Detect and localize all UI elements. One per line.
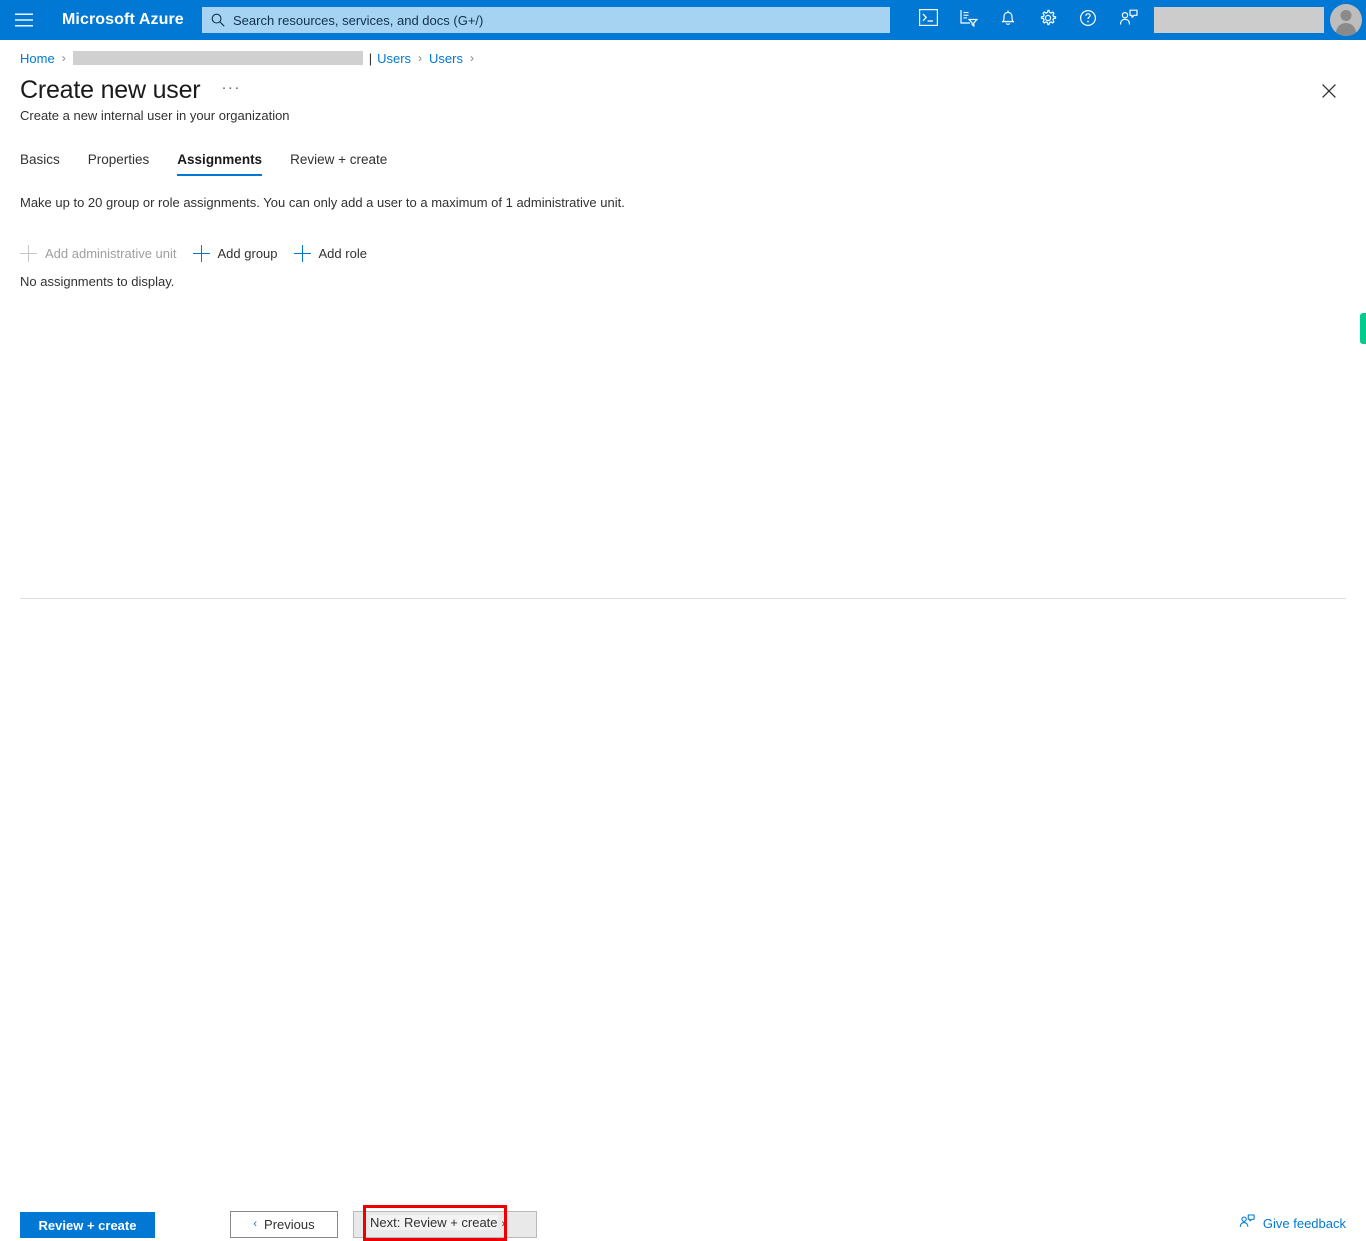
search-icon: [210, 12, 226, 28]
close-icon: [1322, 83, 1336, 103]
feedback-button[interactable]: [1108, 0, 1148, 40]
add-administrative-unit-button[interactable]: Add administrative unit: [20, 244, 177, 262]
more-options-button[interactable]: ···: [217, 80, 245, 101]
notifications-button[interactable]: [988, 0, 1028, 40]
page-header: Create new user ···: [20, 76, 245, 105]
review-create-button[interactable]: Review + create: [20, 1212, 155, 1238]
breadcrumb-item-redacted[interactable]: [72, 51, 363, 65]
cloud-shell-icon: [918, 9, 938, 31]
avatar[interactable]: [1330, 4, 1362, 36]
previous-button[interactable]: ‹ Previous: [230, 1211, 338, 1238]
assignments-command-bar: Add administrative unit Add group Add ro…: [20, 242, 383, 264]
breadcrumb-item-users-2[interactable]: Users: [429, 51, 463, 66]
edge-marker: [1360, 313, 1366, 344]
hamburger-menu-button[interactable]: [0, 0, 48, 40]
close-blade-button[interactable]: [1316, 80, 1342, 106]
tab-basics[interactable]: Basics: [20, 152, 60, 176]
previous-label: Previous: [264, 1217, 315, 1232]
add-group-label: Add group: [217, 245, 278, 261]
azure-brand-link[interactable]: Microsoft Azure: [48, 11, 184, 29]
search-input[interactable]: [233, 12, 882, 28]
add-role-button[interactable]: Add role: [293, 244, 367, 262]
notifications-bell-icon: [1000, 9, 1016, 32]
directory-subscription-filter-button[interactable]: [948, 0, 988, 40]
breadcrumb-chevron-icon: ›: [61, 51, 66, 65]
add-role-label: Add role: [318, 245, 367, 261]
breadcrumb-chevron-icon: ›: [469, 51, 474, 65]
hamburger-icon: [15, 13, 33, 27]
directory-filter-icon: [959, 9, 978, 32]
assignments-helper-text: Make up to 20 group or role assignments.…: [20, 195, 625, 210]
give-feedback-label: Give feedback: [1262, 1215, 1346, 1231]
breadcrumb-pipe: |: [368, 50, 373, 66]
wizard-tabs: Basics Properties Assignments Review + c…: [20, 146, 415, 176]
breadcrumb-item-home[interactable]: Home: [20, 51, 55, 66]
chevron-left-icon: ‹: [253, 1218, 258, 1230]
plus-icon: [20, 244, 37, 262]
no-assignments-message: No assignments to display.: [20, 274, 175, 289]
give-feedback-link[interactable]: Give feedback: [1239, 1214, 1346, 1232]
breadcrumb: Home › | Users › Users ›: [20, 48, 481, 68]
top-bar-icon-group: [908, 0, 1366, 40]
add-administrative-unit-label: Add administrative unit: [45, 245, 177, 261]
breadcrumb-chevron-icon: ›: [418, 51, 423, 65]
plus-icon: [293, 244, 311, 262]
chevron-right-icon: ›: [501, 1218, 506, 1230]
page-title: Create new user: [20, 76, 201, 104]
tab-review-create[interactable]: Review + create: [290, 152, 387, 176]
settings-gear-icon: [1039, 9, 1057, 32]
tab-properties[interactable]: Properties: [88, 152, 150, 176]
add-group-button[interactable]: Add group: [192, 244, 278, 262]
global-search-box[interactable]: [202, 7, 890, 33]
feedback-person-icon: [1239, 1214, 1255, 1232]
account-info-redacted: [1154, 7, 1324, 33]
tab-assignments[interactable]: Assignments: [177, 152, 262, 176]
help-question-icon: [1079, 9, 1097, 32]
feedback-person-icon: [1119, 9, 1138, 32]
settings-button[interactable]: [1028, 0, 1068, 40]
wizard-footer: Review + create ‹ Previous Next: Review …: [0, 599, 1366, 1241]
help-button[interactable]: [1068, 0, 1108, 40]
top-navigation-bar: Microsoft Azure: [0, 0, 1366, 40]
cloud-shell-button[interactable]: [908, 0, 948, 40]
next-review-create-label: Next: Review + create: [370, 1215, 498, 1230]
plus-icon: [192, 244, 210, 262]
breadcrumb-item-users-1[interactable]: Users: [377, 51, 411, 66]
page-subtitle: Create a new internal user in your organ…: [20, 108, 290, 123]
